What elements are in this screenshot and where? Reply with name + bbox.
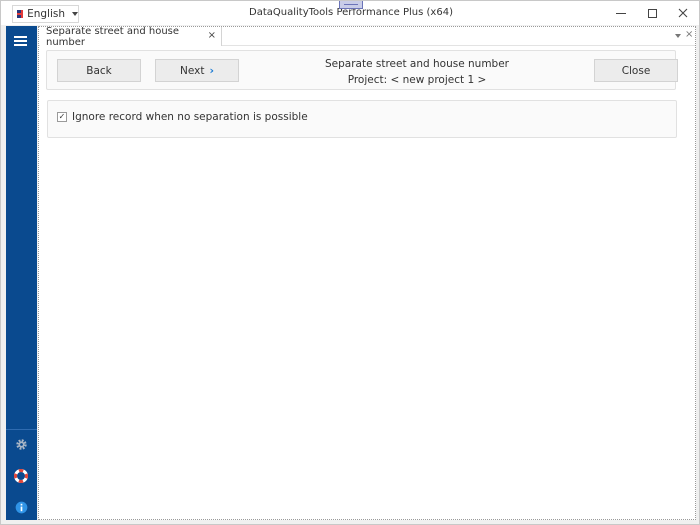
info-button[interactable] — [14, 500, 28, 514]
hamburger-line — [14, 44, 27, 46]
close-button-label: Close — [621, 64, 651, 77]
tab-close-icon[interactable]: × — [208, 30, 216, 41]
close-icon — [678, 8, 688, 18]
tab-label: Separate street and house number — [46, 25, 180, 48]
wizard-step-title: Separate street and house number — [324, 58, 509, 70]
app-window: English DataQualityTools Performance Plu… — [0, 0, 700, 525]
next-button[interactable]: Next › — [155, 59, 239, 82]
info-icon — [15, 501, 27, 513]
minimize-button[interactable] — [606, 3, 636, 23]
close-all-tabs-icon[interactable]: × — [685, 29, 693, 40]
title-bar: English DataQualityTools Performance Plu… — [1, 1, 699, 25]
sidebar-divider — [6, 429, 37, 430]
options-panel: ✓ Ignore record when no separation is po… — [47, 100, 677, 138]
minimize-icon — [616, 12, 626, 14]
maximize-button[interactable] — [637, 3, 667, 23]
close-button[interactable]: Close — [594, 59, 678, 82]
tab-separate-street[interactable]: Separate street and house number × — [40, 25, 222, 48]
wizard-title: Separate street and house number Project… — [277, 56, 557, 88]
hamburger-icon — [14, 36, 27, 38]
chevron-right-icon: › — [209, 64, 214, 77]
next-button-label: Next — [179, 64, 205, 77]
close-window-button[interactable] — [668, 3, 698, 23]
hamburger-menu-button[interactable] — [14, 36, 28, 48]
ignore-record-checkbox[interactable]: ✓ — [57, 112, 67, 122]
project-label: Project: < new project 1 > — [347, 74, 487, 86]
ignore-record-label[interactable]: Ignore record when no separation is poss… — [72, 111, 308, 123]
back-button-label: Back — [86, 64, 112, 77]
gear-icon — [15, 438, 27, 450]
back-button[interactable]: Back — [57, 59, 141, 82]
help-button[interactable] — [14, 469, 28, 483]
tab-strip: Separate street and house number × × — [39, 25, 695, 48]
hamburger-line — [14, 40, 27, 42]
lifebuoy-icon — [14, 469, 28, 483]
content-area: Separate street and house number × × Bac… — [38, 26, 696, 520]
checkmark-icon: ✓ — [58, 112, 66, 121]
sidebar — [6, 26, 37, 520]
maximize-icon — [647, 8, 657, 18]
chevron-down-icon[interactable] — [675, 34, 681, 38]
settings-button[interactable] — [14, 437, 28, 451]
wizard-nav-panel: Back Next › Separate street and house nu… — [46, 50, 678, 90]
ribbon-grip-handle[interactable] — [339, 1, 363, 9]
